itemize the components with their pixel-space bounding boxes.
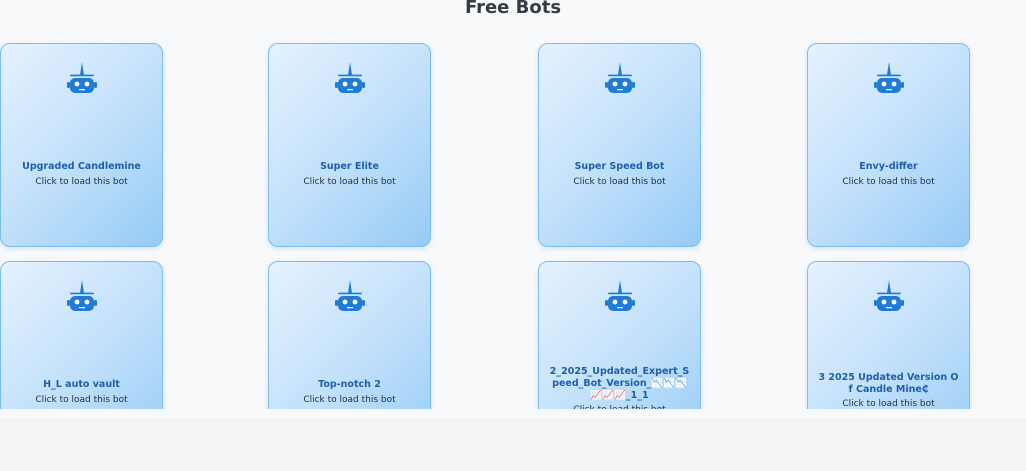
bot-subtitle: Click to load this bot — [35, 177, 128, 187]
bot-name: H_L auto vault — [43, 379, 120, 390]
bot-card-candle-mine-updated[interactable]: 3 2025 Updated Version Of Candle Mine₵ C… — [807, 261, 970, 409]
bot-subtitle: Click to load this bot — [573, 177, 666, 187]
robot-icon — [67, 280, 97, 311]
robot-icon — [605, 62, 635, 93]
robot-icon — [874, 280, 904, 311]
bot-name: 2_2025_Updated_Expert_Speed_Bot_Version_… — [549, 366, 690, 401]
robot-icon — [874, 62, 904, 93]
bot-name: 3 2025 Updated Version Of Candle Mine₵ — [818, 372, 959, 395]
robot-icon — [335, 280, 365, 311]
free-bots-panel: Free Bots Upgraded Candlemine Click to l… — [0, 0, 1026, 418]
bot-subtitle: Click to load this bot — [842, 177, 935, 187]
bot-subtitle: Click to load this bot — [539, 405, 700, 409]
bot-card-top-notch-2[interactable]: Top-notch 2 Click to load this bot — [268, 261, 431, 409]
bot-name: Super Speed Bot — [574, 161, 665, 172]
bot-card-envy-differ[interactable]: Envy-differ Click to load this bot — [807, 43, 970, 247]
bot-subtitle: Click to load this bot — [35, 395, 128, 405]
bot-card-super-elite[interactable]: Super Elite Click to load this bot — [268, 43, 431, 247]
bot-name: Super Elite — [320, 161, 379, 172]
robot-icon — [335, 62, 365, 93]
bot-name: Top-notch 2 — [318, 379, 381, 390]
bot-subtitle: Click to load this bot — [303, 177, 396, 187]
bot-card-upgraded-candlemine[interactable]: Upgraded Candlemine Click to load this b… — [0, 43, 163, 247]
bot-card-hl-auto-vault[interactable]: H_L auto vault Click to load this bot — [0, 261, 163, 409]
bot-card-super-speed-bot[interactable]: Super Speed Bot Click to load this bot — [538, 43, 701, 247]
robot-icon — [605, 280, 635, 311]
bot-subtitle: Click to load this bot — [303, 395, 396, 405]
bot-subtitle: Click to load this bot — [842, 399, 935, 409]
robot-icon — [67, 62, 97, 93]
bot-card-expert-speed-bot[interactable]: 2_2025_Updated_Expert_Speed_Bot_Version_… — [538, 261, 701, 409]
bot-name: Upgraded Candlemine — [22, 161, 141, 172]
bot-name: Envy-differ — [859, 161, 918, 172]
bot-grid: Upgraded Candlemine Click to load this b… — [0, 0, 1026, 409]
